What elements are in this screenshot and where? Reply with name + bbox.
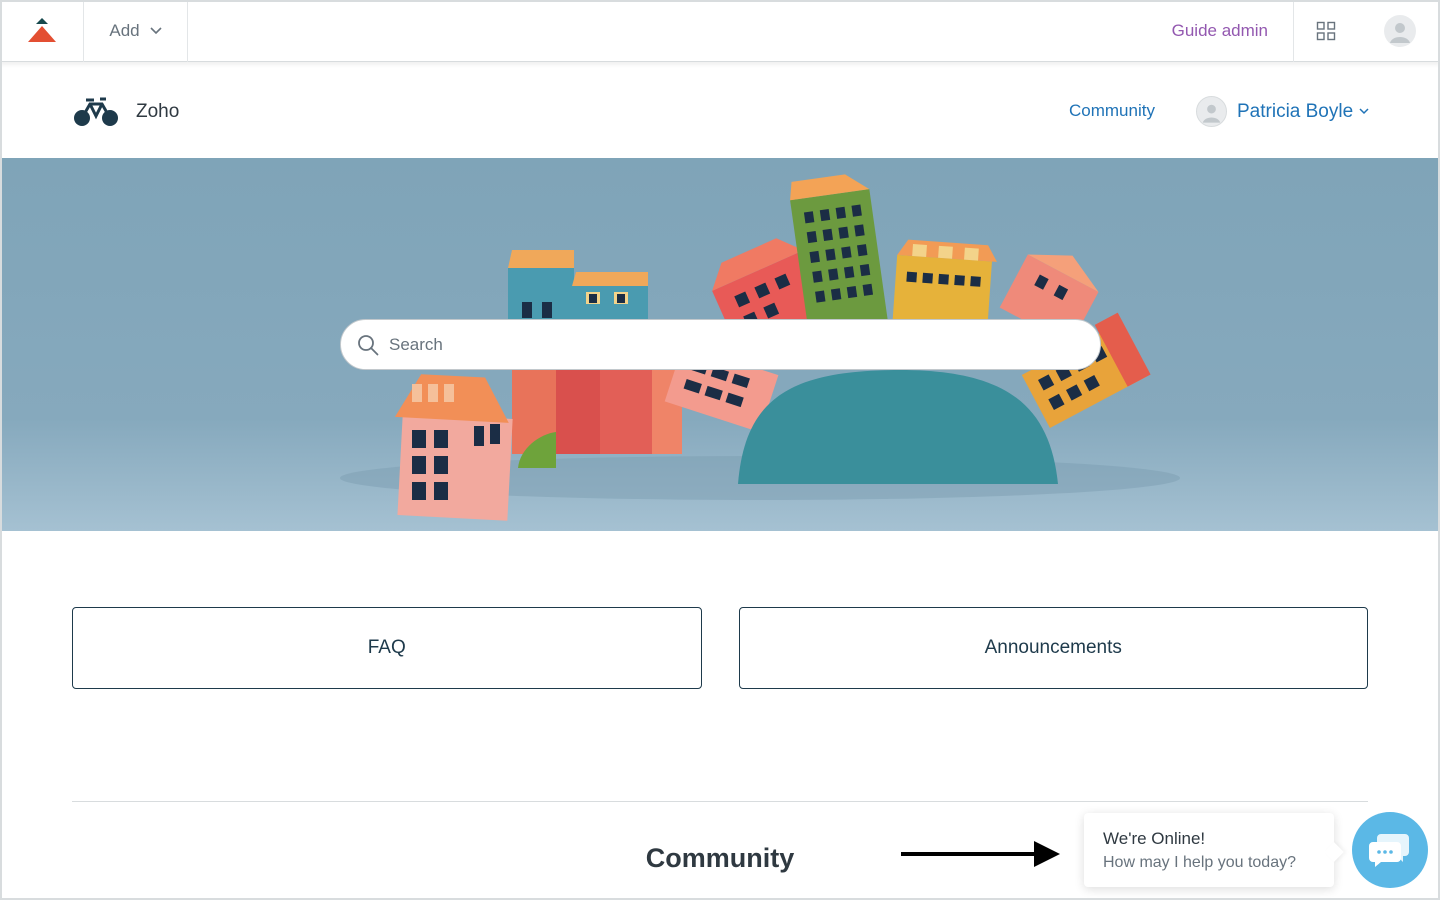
category-blocks: FAQ Announcements: [72, 607, 1368, 689]
apps-grid-icon: [1316, 21, 1336, 41]
brand-name: Zoho: [136, 101, 180, 122]
admin-top-bar: Add Guide admin: [0, 0, 1440, 62]
hero-banner: [0, 158, 1440, 531]
user-avatar-icon: [1202, 104, 1221, 123]
chevron-down-icon: [1359, 108, 1369, 115]
search-input[interactable]: [389, 334, 1049, 355]
user-avatar: [1196, 96, 1227, 127]
category-block-announcements[interactable]: Announcements: [738, 607, 1368, 689]
chat-greeting-bubble[interactable]: We're Online! How may I help you today?: [1084, 813, 1334, 887]
nav-community-link[interactable]: Community: [1069, 101, 1155, 121]
chevron-down-icon: [150, 27, 162, 35]
chat-launcher-button[interactable]: [1352, 812, 1428, 888]
section-divider: [72, 801, 1368, 802]
search-icon: [358, 334, 379, 355]
guide-logo-icon: [27, 18, 56, 42]
brand-home-link[interactable]: Zoho: [72, 96, 179, 128]
add-menu-button[interactable]: Add: [84, 0, 188, 62]
help-center-header: Zoho Community Patricia Boyle: [0, 66, 1440, 158]
chat-icon: [1369, 834, 1409, 867]
user-avatar-icon: [1390, 23, 1410, 43]
bicycle-logo-icon: [74, 97, 118, 126]
arrow-right-icon: [901, 841, 1060, 867]
guide-admin-link[interactable]: Guide admin: [1147, 0, 1294, 62]
zendesk-guide-logo[interactable]: [0, 0, 84, 62]
add-label: Add: [109, 21, 140, 40]
apps-grid-button[interactable]: [1294, 0, 1358, 62]
chat-title: We're Online!: [1103, 829, 1206, 848]
user-name: Patricia Boyle: [1237, 100, 1354, 122]
user-menu[interactable]: Patricia Boyle: [1196, 96, 1369, 127]
search-box[interactable]: [340, 319, 1101, 370]
category-block-faq[interactable]: FAQ: [72, 607, 702, 689]
chat-subtitle: How may I help you today?: [1103, 854, 1296, 871]
admin-avatar[interactable]: [1384, 15, 1416, 47]
